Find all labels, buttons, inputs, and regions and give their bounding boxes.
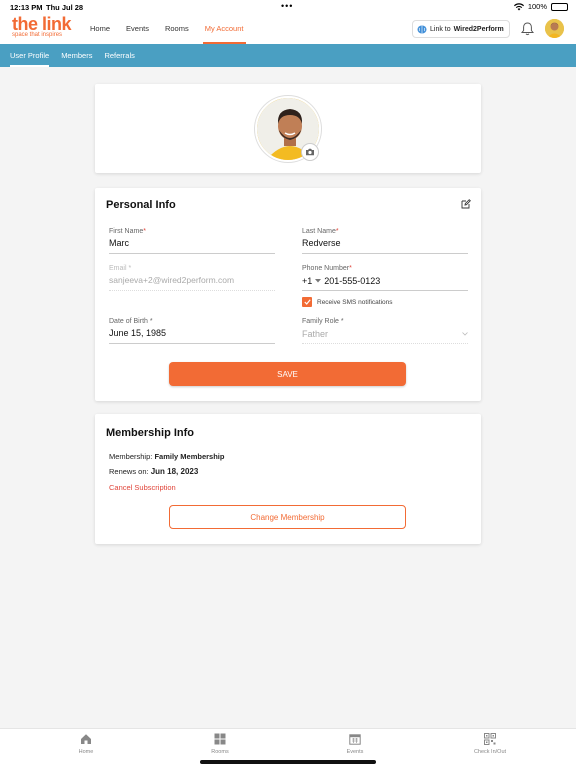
nav-events[interactable]: Events [118, 14, 157, 44]
tab-events[interactable]: Events [325, 731, 385, 755]
user-avatar[interactable] [545, 19, 564, 38]
first-name-field[interactable]: First Name* Marc [109, 228, 275, 254]
personal-info-card: Personal Info First Name* Marc Last Name… [95, 188, 481, 401]
battery-icon [551, 2, 568, 11]
app-header: the link space that inspires Home Events… [0, 14, 576, 44]
membership-line: Membership: Family Membership [109, 452, 224, 461]
qr-code-icon [484, 733, 496, 745]
sms-label: Receive SMS notifications [317, 298, 393, 306]
subtab-members[interactable]: Members [55, 44, 98, 67]
chevron-down-icon [462, 331, 468, 336]
status-right: 100% [513, 2, 568, 11]
tab-home[interactable]: Home [56, 731, 116, 755]
dob-input[interactable]: June 15, 1985 [109, 328, 275, 344]
tab-check-in-out-label: Check In/Out [473, 749, 507, 755]
nav-rooms[interactable]: Rooms [157, 14, 197, 44]
battery-percent: 100% [527, 2, 547, 11]
subtab-referrals[interactable]: Referrals [98, 44, 140, 67]
link-wired2perform-button[interactable]: Link to Wired2Perform [412, 20, 510, 38]
status-time: 12:13 PM [10, 3, 43, 12]
renews-line: Renews on: Jun 18, 2023 [109, 467, 198, 476]
tab-home-label: Home [78, 749, 94, 755]
family-role-label: Family Role [302, 318, 339, 325]
chevron-down-icon [315, 278, 322, 282]
family-role-field: Family Role * Father [302, 318, 468, 344]
last-name-label: Last Name [302, 228, 336, 235]
grid-icon [214, 733, 226, 745]
first-name-input[interactable]: Marc [109, 238, 275, 254]
email-input: sanjeeva+2@wired2perform.com [109, 275, 275, 291]
main-nav: Home Events Rooms My Account [82, 14, 252, 44]
brain-icon [417, 25, 427, 33]
tab-rooms-label: Rooms [211, 749, 229, 755]
multitasking-dots-icon[interactable]: ••• [281, 1, 293, 11]
phone-input[interactable]: 201-555-0123 [324, 276, 380, 286]
first-name-label: First Name [109, 228, 144, 235]
edit-icon[interactable] [461, 199, 471, 209]
logo-text: the link [12, 14, 72, 34]
last-name-input[interactable]: Redverse [302, 238, 468, 254]
calendar-icon [349, 734, 361, 745]
profile-photo-card [95, 84, 481, 173]
status-bar: 12:13 PM Thu Jul 28 ••• 100% [0, 0, 576, 14]
save-button[interactable]: SAVE [169, 362, 406, 386]
change-photo-button[interactable] [301, 143, 319, 161]
tab-rooms[interactable]: Rooms [190, 731, 250, 755]
camera-icon [306, 148, 314, 156]
nav-home[interactable]: Home [82, 14, 118, 44]
account-subtabs: User Profile Members Referrals [0, 44, 576, 67]
phone-label: Phone Number [302, 265, 350, 272]
bell-icon[interactable] [521, 22, 534, 36]
tab-check-in-out[interactable]: Check In/Out [460, 731, 520, 755]
membership-type: Family Membership [154, 452, 225, 461]
sms-checkbox[interactable] [302, 297, 312, 307]
link-button-prefix: Link to [430, 25, 451, 33]
cancel-subscription-link[interactable]: Cancel Subscription [109, 483, 176, 492]
home-indicator[interactable] [200, 760, 376, 764]
membership-prefix: Membership: [109, 452, 153, 461]
nav-my-account[interactable]: My Account [197, 14, 252, 44]
status-date: Thu Jul 28 [46, 3, 84, 12]
dob-field[interactable]: Date of Birth * June 15, 1985 [109, 318, 275, 344]
home-icon [81, 734, 91, 744]
family-role-select: Father [302, 328, 329, 339]
tab-events-label: Events [346, 749, 364, 755]
app-logo[interactable]: the link space that inspires [12, 14, 72, 38]
membership-info-title: Membership Info [106, 427, 195, 439]
country-code-select[interactable]: +1 [302, 276, 312, 286]
sms-notifications-option[interactable]: Receive SMS notifications [302, 297, 393, 307]
change-membership-button[interactable]: Change Membership [169, 505, 406, 529]
phone-field[interactable]: Phone Number* +1 201-555-0123 [302, 265, 468, 291]
last-name-field[interactable]: Last Name* Redverse [302, 228, 468, 254]
personal-info-title: Personal Info [106, 199, 176, 211]
renews-prefix: Renews on: [109, 467, 149, 476]
link-button-brand: Wired2Perform [453, 25, 504, 33]
subtab-user-profile[interactable]: User Profile [4, 44, 55, 67]
dob-label: Date of Birth [109, 318, 148, 325]
membership-info-card: Membership Info Membership: Family Membe… [95, 414, 481, 544]
check-icon [303, 299, 311, 305]
renews-date: Jun 18, 2023 [150, 467, 199, 476]
email-label: Email [109, 265, 127, 272]
email-field: Email * sanjeeva+2@wired2perform.com [109, 265, 275, 291]
wifi-icon [513, 2, 524, 10]
